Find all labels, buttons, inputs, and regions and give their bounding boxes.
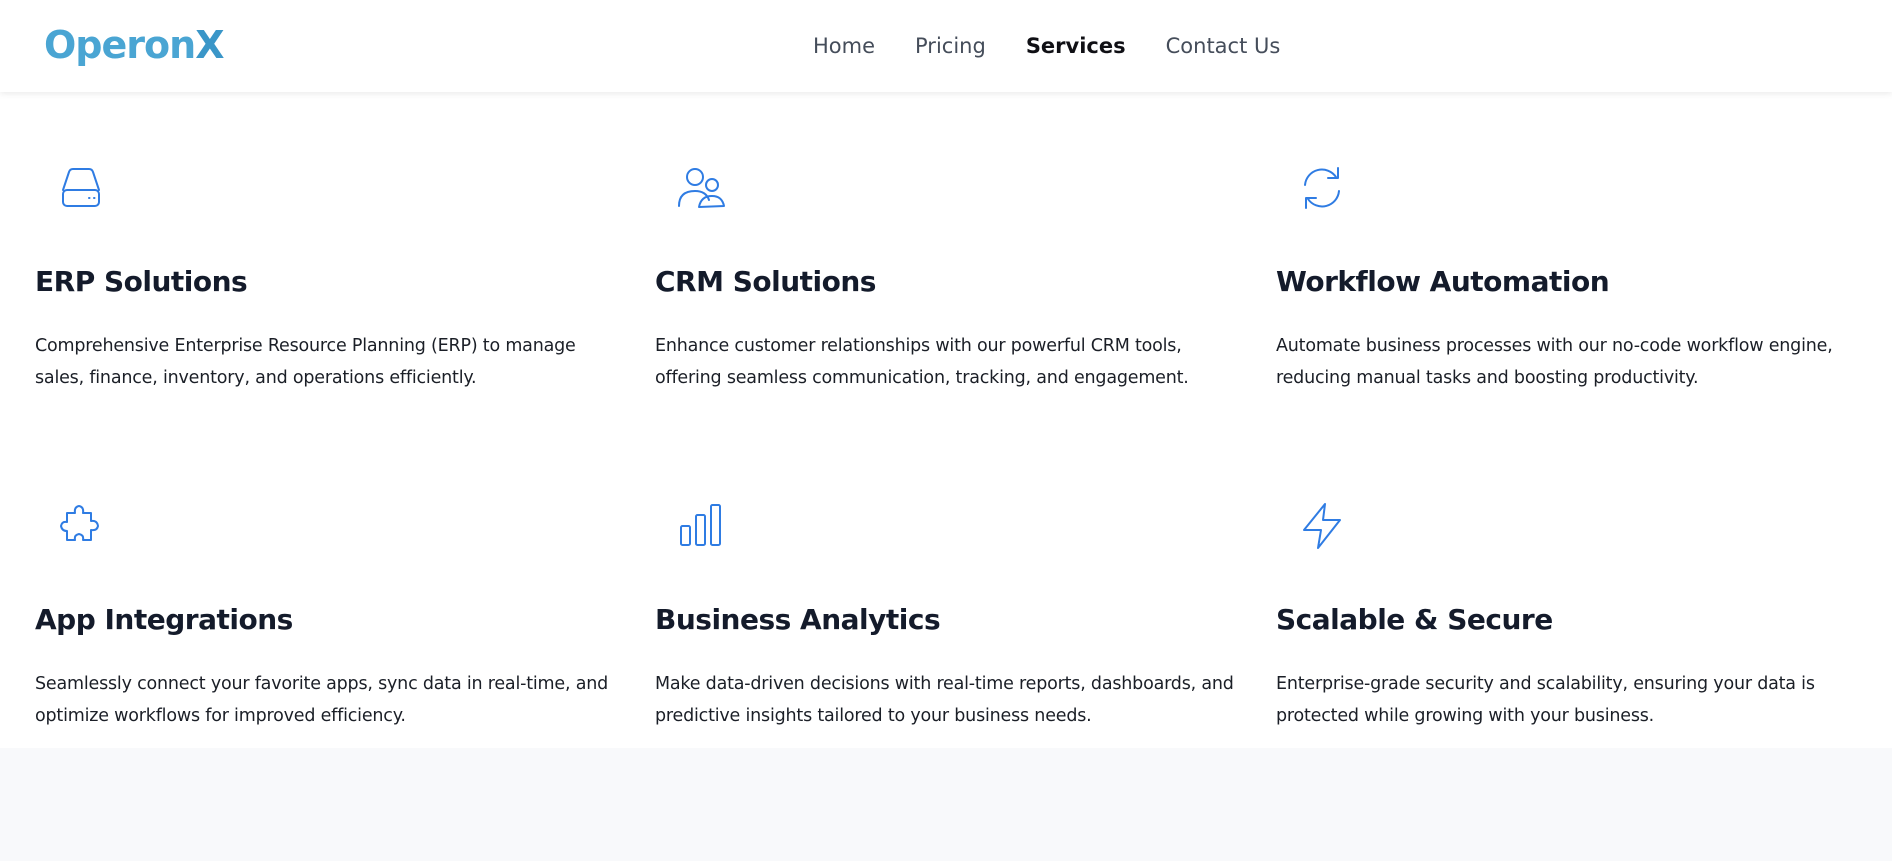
services-section: ERP Solutions Comprehensive Enterprise R… bbox=[0, 92, 1892, 748]
service-description: Enhance customer relationships with our … bbox=[655, 336, 1189, 388]
service-description: Automate business processes with our no-… bbox=[1276, 336, 1833, 388]
service-description: Enterprise-grade security and scalabilit… bbox=[1276, 674, 1815, 726]
users-icon bbox=[675, 162, 727, 214]
nav-home-link[interactable]: Home bbox=[813, 34, 875, 58]
bar-chart-icon bbox=[675, 500, 727, 552]
service-title: ERP Solutions bbox=[35, 265, 248, 298]
nav-pricing-link[interactable]: Pricing bbox=[915, 34, 986, 58]
lightning-icon bbox=[1296, 500, 1348, 552]
logo-text: Operon bbox=[44, 23, 196, 67]
main-nav: Home Pricing Services Contact Us bbox=[813, 0, 1280, 92]
hard-drive-icon bbox=[55, 162, 107, 214]
refresh-icon bbox=[1296, 162, 1348, 214]
service-description: Seamlessly connect your favorite apps, s… bbox=[35, 674, 609, 726]
service-title: App Integrations bbox=[35, 603, 293, 636]
puzzle-icon bbox=[55, 500, 107, 552]
service-title: Business Analytics bbox=[655, 603, 941, 636]
service-title: CRM Solutions bbox=[655, 265, 876, 298]
operonx-logo[interactable]: Operon X bbox=[44, 20, 225, 70]
site-header: Operon X Home Pricing Services Contact Us bbox=[0, 0, 1892, 92]
logo-accent: X bbox=[195, 23, 224, 67]
service-description: Comprehensive Enterprise Resource Planni… bbox=[35, 336, 576, 388]
service-title: Scalable & Secure bbox=[1276, 603, 1553, 636]
service-description: Make data-driven decisions with real-tim… bbox=[655, 674, 1234, 726]
nav-contact-link[interactable]: Contact Us bbox=[1166, 34, 1281, 58]
nav-services-link[interactable]: Services bbox=[1026, 34, 1126, 58]
service-title: Workflow Automation bbox=[1276, 265, 1610, 298]
